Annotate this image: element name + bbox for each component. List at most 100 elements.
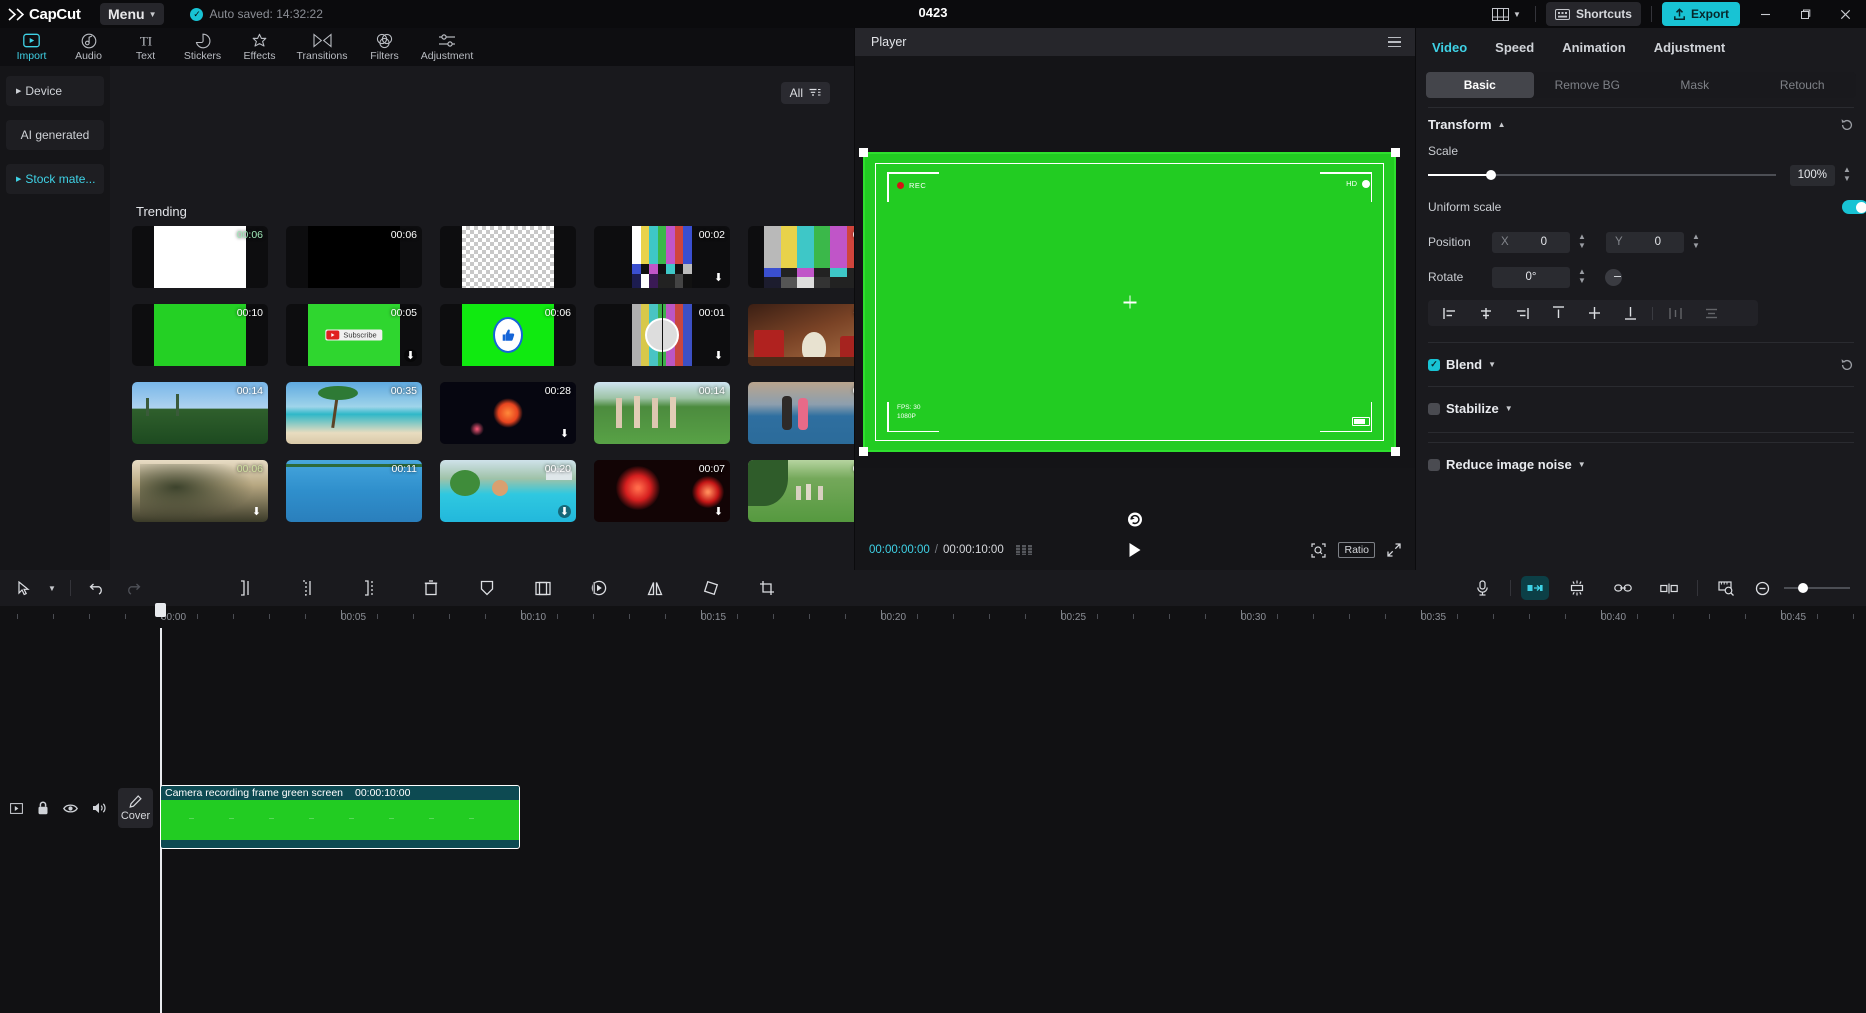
- noise-checkbox[interactable]: ✓: [1428, 459, 1440, 471]
- timeline-clip[interactable]: Camera recording frame green screen 00:0…: [160, 785, 520, 849]
- download-icon[interactable]: ⬇: [404, 349, 417, 362]
- select-tool-icon[interactable]: [6, 570, 42, 606]
- tool-chevron-down-icon[interactable]: ▼: [42, 570, 62, 606]
- hamburger-icon[interactable]: [1388, 37, 1401, 48]
- eye-icon[interactable]: [63, 803, 78, 814]
- nav-item-stickers[interactable]: Stickers: [175, 28, 230, 66]
- delete-icon[interactable]: [413, 570, 449, 606]
- undo-icon[interactable]: [79, 570, 115, 606]
- media-item[interactable]: 00:20 ⬇: [440, 460, 576, 522]
- lock-icon[interactable]: [37, 801, 49, 815]
- rotate-stepper[interactable]: ▲▼: [1575, 267, 1589, 288]
- timeline-zoom-knob[interactable]: [1798, 583, 1808, 593]
- export-button[interactable]: Export: [1662, 2, 1740, 26]
- segment-remove-bg[interactable]: Remove BG: [1534, 72, 1642, 98]
- selection-handle-tl[interactable]: [859, 148, 868, 157]
- chevron-up-icon[interactable]: ▲: [1498, 120, 1506, 129]
- position-x-stepper[interactable]: ▲▼: [1575, 232, 1589, 253]
- media-item[interactable]: 00:13: [748, 460, 854, 522]
- cover-button[interactable]: Cover: [118, 788, 153, 828]
- scale-stepper[interactable]: ▲▼: [1840, 165, 1854, 186]
- library-filter-button[interactable]: All: [781, 82, 830, 104]
- scale-slider-knob[interactable]: [1486, 170, 1496, 180]
- layout-switch-button[interactable]: ▼: [1488, 6, 1525, 23]
- trim-left-icon[interactable]: [289, 570, 325, 606]
- transform-reset[interactable]: [1840, 118, 1854, 132]
- play-icon[interactable]: [1130, 543, 1141, 557]
- refresh-icon[interactable]: [1127, 511, 1144, 528]
- rotate-dial[interactable]: [1605, 269, 1622, 286]
- split-icon[interactable]: [227, 570, 263, 606]
- download-icon[interactable]: ⬇: [712, 271, 725, 284]
- distribute-horizontal-icon[interactable]: [1657, 300, 1693, 326]
- timeline-ruler[interactable]: 00:00 00:05 00:10 00:15 00:20 00:25 00:3…: [0, 606, 1866, 628]
- tab-speed[interactable]: Speed: [1495, 40, 1534, 55]
- voiceover-icon[interactable]: [1464, 570, 1500, 606]
- auto-fit-icon[interactable]: [1559, 570, 1595, 606]
- distribute-vertical-icon[interactable]: [1693, 300, 1729, 326]
- tab-video[interactable]: Video: [1432, 40, 1467, 55]
- timeline-area[interactable]: Cover Camera recording frame green scree…: [0, 628, 1866, 1013]
- sidebar-item-ai-generated[interactable]: AI generated: [6, 120, 104, 150]
- uniform-scale-toggle[interactable]: [1842, 200, 1866, 214]
- nav-item-import[interactable]: Import: [4, 28, 59, 66]
- scale-slider[interactable]: [1428, 174, 1776, 176]
- position-x-input[interactable]: X 0: [1492, 232, 1570, 253]
- trim-right-icon[interactable]: [351, 570, 387, 606]
- rotate-input[interactable]: 0°: [1492, 267, 1570, 288]
- crop-frame-icon[interactable]: [749, 570, 785, 606]
- crop-zoom-icon[interactable]: [1311, 543, 1326, 558]
- media-item[interactable]: 00:01 ⬇: [748, 226, 854, 288]
- media-item[interactable]: 00:11: [286, 460, 422, 522]
- media-item[interactable]: 00:06: [440, 304, 576, 366]
- media-item[interactable]: 00:11 ⬇: [748, 304, 854, 366]
- track-mode-icon[interactable]: [10, 803, 23, 814]
- nav-item-effects[interactable]: Effects: [232, 28, 287, 66]
- download-icon[interactable]: ⬇: [558, 427, 571, 440]
- media-item[interactable]: [440, 226, 576, 288]
- playhead-handle[interactable]: [155, 603, 166, 617]
- close-button[interactable]: [1830, 0, 1860, 28]
- nav-item-adjustment[interactable]: Adjustment: [414, 28, 480, 66]
- align-bottom-icon[interactable]: [1612, 300, 1648, 326]
- segment-retouch[interactable]: Retouch: [1749, 72, 1857, 98]
- position-y-input[interactable]: Y 0: [1606, 232, 1684, 253]
- selection-handle-br[interactable]: [1391, 447, 1400, 456]
- media-item[interactable]: Subscribe 00:05 ⬇: [286, 304, 422, 366]
- align-top-icon[interactable]: [1540, 300, 1576, 326]
- media-item[interactable]: 00:06: [132, 226, 268, 288]
- nav-item-filters[interactable]: Filters: [357, 28, 412, 66]
- chevron-down-icon[interactable]: ▼: [1488, 360, 1496, 369]
- frames-icon[interactable]: [1016, 545, 1032, 555]
- tab-adjustment[interactable]: Adjustment: [1654, 40, 1726, 55]
- video-canvas[interactable]: REC HD FPS: 30 1080P: [863, 152, 1396, 452]
- zoom-out-icon[interactable]: [1744, 570, 1780, 606]
- media-item[interactable]: 00:06: [286, 226, 422, 288]
- link-icon[interactable]: [1605, 570, 1641, 606]
- align-center-horizontal-icon[interactable]: [1468, 300, 1504, 326]
- crop-icon[interactable]: [525, 570, 561, 606]
- sidebar-item-stock-material[interactable]: ▶ Stock mate...: [6, 164, 104, 194]
- position-y-stepper[interactable]: ▲▼: [1689, 232, 1703, 253]
- selection-handle-bl[interactable]: [859, 447, 868, 456]
- mirror-icon[interactable]: [637, 570, 673, 606]
- download-icon[interactable]: ⬇: [712, 505, 725, 518]
- stabilize-checkbox[interactable]: ✓: [1428, 403, 1440, 415]
- align-left-icon[interactable]: [1432, 300, 1468, 326]
- media-item[interactable]: 00:07 ⬇: [594, 460, 730, 522]
- redo-icon[interactable]: [115, 570, 151, 606]
- ratio-button[interactable]: Ratio: [1338, 542, 1375, 558]
- media-item[interactable]: 00:06 ⬇: [132, 460, 268, 522]
- download-icon[interactable]: ⬇: [558, 505, 571, 518]
- segment-mask[interactable]: Mask: [1641, 72, 1749, 98]
- media-item[interactable]: 00:14: [132, 382, 268, 444]
- blend-checkbox[interactable]: ✓: [1428, 359, 1440, 371]
- maximize-button[interactable]: [1790, 0, 1820, 28]
- media-item[interactable]: 00:01 ⬇: [594, 304, 730, 366]
- fullscreen-icon[interactable]: [1387, 543, 1401, 557]
- media-item[interactable]: 00:28 ⬇: [440, 382, 576, 444]
- chevron-down-icon[interactable]: ▼: [1505, 404, 1513, 413]
- media-item[interactable]: 00:02 ⬇: [594, 226, 730, 288]
- align-right-icon[interactable]: [1504, 300, 1540, 326]
- download-icon[interactable]: ⬇: [712, 349, 725, 362]
